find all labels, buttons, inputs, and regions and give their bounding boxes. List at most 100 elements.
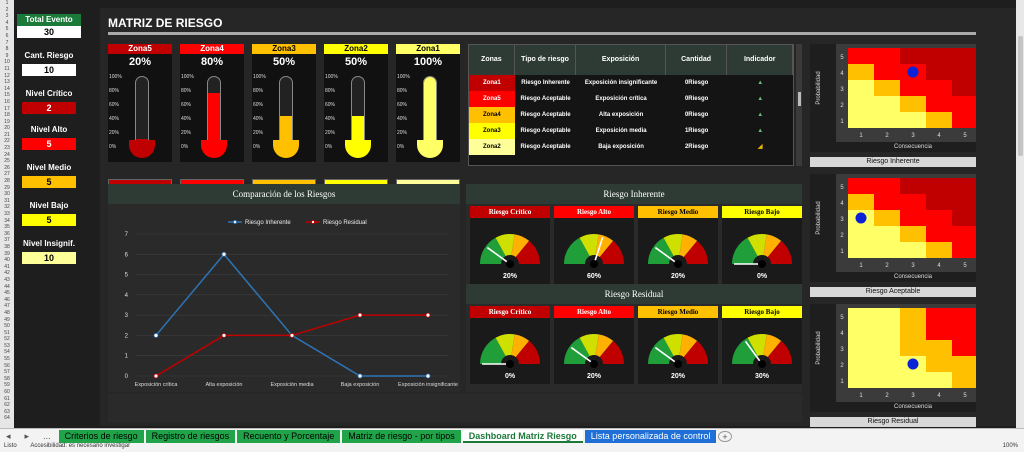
data-point[interactable] [153, 373, 159, 379]
data-point[interactable] [357, 373, 363, 379]
row-number[interactable]: 19 [0, 119, 14, 126]
row-number[interactable]: 60 [0, 389, 14, 396]
accessibility-status[interactable]: Accesibilidad: es necesario investigar [30, 443, 130, 449]
tab-sheet-0[interactable]: Criterios de riesgo [58, 429, 144, 443]
nivel-medio-value[interactable]: 5 [22, 176, 76, 188]
cant-riesgo-value[interactable]: 10 [22, 64, 76, 76]
row-number[interactable]: 36 [0, 231, 14, 238]
tab-next-icon[interactable]: ▸ [19, 430, 36, 443]
row-number[interactable]: 48 [0, 310, 14, 317]
row-number[interactable]: 46 [0, 297, 14, 304]
table-scrollbar[interactable] [796, 44, 802, 166]
row-number[interactable]: 32 [0, 204, 14, 211]
row-number[interactable]: 53 [0, 343, 14, 350]
row-number[interactable]: 3 [0, 13, 14, 20]
risk-marker[interactable] [907, 358, 919, 370]
table-row[interactable]: Zona3 Riesgo Aceptable Exposición media … [469, 123, 793, 139]
tab-sheet-2[interactable]: Recuento y Porcentaje [237, 429, 341, 443]
row-number[interactable]: 11 [0, 66, 14, 73]
row-number[interactable]: 37 [0, 237, 14, 244]
tab-sheet-1[interactable]: Registro de riesgos [145, 429, 236, 443]
row-number[interactable]: 22 [0, 138, 14, 145]
row-number[interactable]: 43 [0, 277, 14, 284]
table-row[interactable]: Zona5 Riesgo Aceptable Exposición crític… [469, 91, 793, 107]
row-number[interactable]: 8 [0, 46, 14, 53]
data-point[interactable] [221, 333, 227, 338]
row-number[interactable]: 31 [0, 198, 14, 205]
data-point[interactable] [425, 373, 431, 379]
row-number[interactable]: 2 [0, 7, 14, 14]
row-number[interactable]: 45 [0, 290, 14, 297]
row-number[interactable]: 13 [0, 79, 14, 86]
row-number[interactable]: 50 [0, 323, 14, 330]
row-number[interactable]: 41 [0, 264, 14, 271]
row-number[interactable]: 20 [0, 125, 14, 132]
row-number[interactable]: 44 [0, 284, 14, 291]
risk-marker[interactable] [855, 212, 867, 224]
vertical-scrollbar[interactable] [1016, 0, 1024, 428]
row-number[interactable]: 59 [0, 382, 14, 389]
row-number[interactable]: 33 [0, 211, 14, 218]
row-number[interactable]: 23 [0, 145, 14, 152]
risk-marker[interactable] [907, 66, 919, 78]
row-number[interactable]: 57 [0, 369, 14, 376]
row-number[interactable]: 27 [0, 171, 14, 178]
row-number[interactable]: 25 [0, 158, 14, 165]
tab-sheet-4[interactable]: Dashboard Matriz Riesgo [462, 429, 583, 443]
zone-table[interactable]: Zonas Tipo de riesgo Exposición Cantidad… [468, 44, 794, 166]
row-number[interactable]: 9 [0, 53, 14, 60]
data-point[interactable] [425, 312, 431, 318]
row-number[interactable]: 4 [0, 20, 14, 27]
row-number[interactable]: 21 [0, 132, 14, 139]
row-number[interactable]: 24 [0, 152, 14, 159]
row-number[interactable]: 7 [0, 40, 14, 47]
row-number[interactable]: 29 [0, 185, 14, 192]
row-number[interactable]: 6 [0, 33, 14, 40]
table-row[interactable]: Zona2 Riesgo Aceptable Baja exposición 2… [469, 139, 793, 155]
row-number[interactable]: 42 [0, 270, 14, 277]
row-number[interactable]: 61 [0, 396, 14, 403]
row-number[interactable]: 51 [0, 330, 14, 337]
tab-sheet-5[interactable]: Lista personalizada de control [584, 429, 717, 443]
row-number[interactable]: 26 [0, 165, 14, 172]
row-number[interactable]: 55 [0, 356, 14, 363]
tab-more-icon[interactable]: ... [37, 430, 57, 443]
data-point[interactable] [289, 333, 295, 338]
row-number[interactable]: 56 [0, 363, 14, 370]
row-number[interactable]: 39 [0, 251, 14, 258]
add-sheet-icon[interactable]: + [718, 430, 732, 442]
row-number[interactable]: 18 [0, 112, 14, 119]
row-number[interactable]: 38 [0, 244, 14, 251]
data-point[interactable] [357, 312, 363, 318]
row-number[interactable]: 1 [0, 0, 14, 7]
row-number[interactable]: 30 [0, 191, 14, 198]
zoom-level[interactable]: 100% [1003, 443, 1018, 449]
row-number[interactable]: 28 [0, 178, 14, 185]
tab-sheet-3[interactable]: Matriz de riesgo - por tipos [342, 429, 461, 443]
row-number[interactable]: 12 [0, 73, 14, 80]
row-number[interactable]: 58 [0, 376, 14, 383]
row-number[interactable]: 64 [0, 415, 14, 422]
data-point[interactable] [153, 333, 159, 338]
row-number[interactable]: 5 [0, 26, 14, 33]
tab-prev-icon[interactable]: ◂ [0, 430, 17, 443]
row-number[interactable]: 14 [0, 86, 14, 93]
nivel-alto-value[interactable]: 5 [22, 138, 76, 150]
table-row[interactable]: Zona4 Riesgo Aceptable Alta exposición 0… [469, 107, 793, 123]
row-number[interactable]: 62 [0, 402, 14, 409]
row-number[interactable]: 35 [0, 224, 14, 231]
row-number[interactable]: 34 [0, 218, 14, 225]
row-number[interactable]: 40 [0, 257, 14, 264]
nivel-insignificante-value[interactable]: 10 [22, 252, 76, 264]
row-number[interactable]: 54 [0, 349, 14, 356]
row-number[interactable]: 52 [0, 336, 14, 343]
row-number[interactable]: 16 [0, 99, 14, 106]
row-number[interactable]: 49 [0, 317, 14, 324]
nivel-bajo-value[interactable]: 5 [22, 214, 76, 226]
row-number[interactable]: 17 [0, 106, 14, 113]
table-row[interactable]: Zona1 Riesgo Inherente Exposición insign… [469, 75, 793, 91]
total-event-value[interactable]: 30 [17, 26, 81, 38]
data-point[interactable] [221, 251, 227, 257]
row-number[interactable]: 10 [0, 59, 14, 66]
nivel-critico-value[interactable]: 2 [22, 102, 76, 114]
